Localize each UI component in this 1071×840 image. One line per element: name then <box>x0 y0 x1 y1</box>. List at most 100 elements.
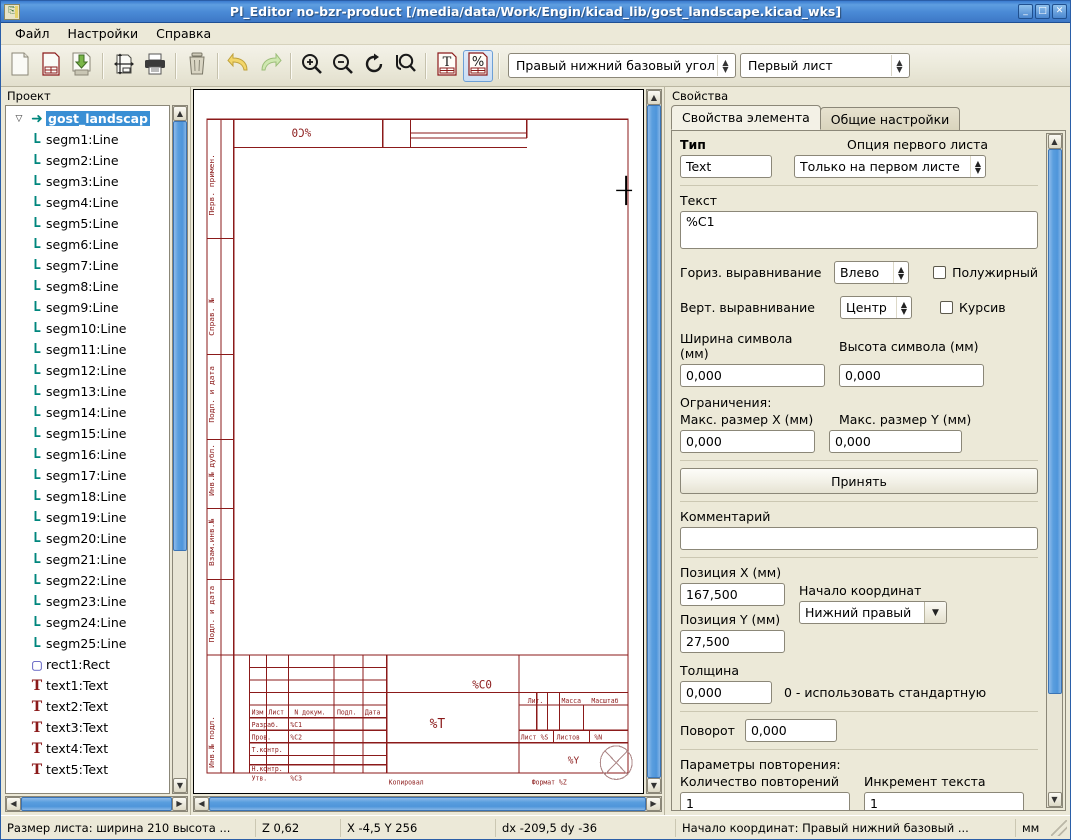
page-layout-canvas[interactable]: %C0 Перв. примен. Справ. № Подп. и дата … <box>193 89 644 794</box>
italic-checkbox[interactable] <box>940 301 953 314</box>
resize-grip-icon[interactable] <box>1051 819 1067 836</box>
properties-scroll-track[interactable] <box>1047 149 1062 792</box>
undo-button[interactable] <box>224 50 254 82</box>
scroll-down-icon[interactable]: ▼ <box>173 778 187 793</box>
first-page-option-combo[interactable]: Только на первом листе ▲ ▼ <box>794 155 986 178</box>
tree-item-segm17[interactable]: Lsegm17:Line <box>6 465 169 486</box>
spin-arrows-icon[interactable]: ▲ ▼ <box>970 156 985 177</box>
new-page-layout-button[interactable] <box>5 50 35 82</box>
tree-item-segm25[interactable]: Lsegm25:Line <box>6 633 169 654</box>
canvas-horizontal-scrollbar[interactable]: ◀ ▶ <box>193 796 662 812</box>
tree-item-text4[interactable]: Ttext4:Text <box>6 738 169 759</box>
tab-element-properties[interactable]: Свойства элемента <box>671 105 821 130</box>
max-y-field[interactable]: 0,000 <box>829 430 962 453</box>
print-button[interactable] <box>140 50 170 82</box>
tree-item-segm18[interactable]: Lsegm18:Line <box>6 486 169 507</box>
tree-item-segm23[interactable]: Lsegm23:Line <box>6 591 169 612</box>
tree-item-segm16[interactable]: Lsegm16:Line <box>6 444 169 465</box>
tree-item-segm11[interactable]: Lsegm11:Line <box>6 339 169 360</box>
tree-item-segm14[interactable]: Lsegm14:Line <box>6 402 169 423</box>
tree-item-segm15[interactable]: Lsegm15:Line <box>6 423 169 444</box>
tab-general-settings[interactable]: Общие настройки <box>819 107 961 130</box>
tree-item-segm7[interactable]: Lsegm7:Line <box>6 255 169 276</box>
comment-field[interactable] <box>680 527 1038 550</box>
hjustify-combo[interactable]: Влево ▲ ▼ <box>833 261 910 284</box>
scroll-left-icon[interactable]: ◀ <box>194 797 209 811</box>
tree-vertical-scrollbar[interactable]: ▲ ▼ <box>172 105 188 794</box>
char-height-field[interactable]: 0,000 <box>839 364 984 387</box>
menu-help[interactable]: Справка <box>148 23 219 44</box>
save-page-layout-button[interactable] <box>67 50 97 82</box>
tree-hscroll-track[interactable] <box>21 797 172 811</box>
page-settings-button[interactable] <box>109 50 139 82</box>
tree-item-text5[interactable]: Ttext5:Text <box>6 759 169 780</box>
tree-item-segm4[interactable]: Lsegm4:Line <box>6 192 169 213</box>
show-placeholders-button[interactable]: % <box>463 49 493 82</box>
scroll-up-icon[interactable]: ▲ <box>1047 134 1062 149</box>
text-field[interactable]: %C1 <box>680 211 1038 249</box>
close-button[interactable]: ✕ <box>1052 4 1067 19</box>
sheet-select-combo[interactable]: Первый лист ▲ ▼ <box>740 53 910 78</box>
origin-corner-combo[interactable]: Правый нижний базовый угол ▲ ▼ <box>508 53 736 78</box>
menu-settings[interactable]: Настройки <box>60 23 147 44</box>
canvas-hscroll-track[interactable] <box>209 797 646 811</box>
minimize-button[interactable]: _ <box>1018 4 1033 19</box>
tree-item-segm24[interactable]: Lsegm24:Line <box>6 612 169 633</box>
tree-item-text2[interactable]: Ttext2:Text <box>6 696 169 717</box>
tree-scroll-thumb[interactable] <box>173 121 187 551</box>
tree-item-segm1[interactable]: Lsegm1:Line <box>6 129 169 150</box>
tree-hscroll-thumb[interactable] <box>21 797 172 811</box>
redo-button[interactable] <box>255 50 285 82</box>
tree-item-segm3[interactable]: Lsegm3:Line <box>6 171 169 192</box>
tree-root-item[interactable]: ▽ ➜ gost_landscap <box>6 108 169 129</box>
max-x-field[interactable]: 0,000 <box>680 430 815 453</box>
scroll-down-icon[interactable]: ▼ <box>1047 792 1062 807</box>
delete-button[interactable] <box>182 50 212 82</box>
tree-item-segm13[interactable]: Lsegm13:Line <box>6 381 169 402</box>
expand-collapse-icon[interactable]: ▽ <box>10 114 28 124</box>
tree-item-rect1[interactable]: ▢ rect1:Rect <box>6 654 169 675</box>
bold-checkbox[interactable] <box>933 266 947 279</box>
tree-item-segm6[interactable]: Lsegm6:Line <box>6 234 169 255</box>
redraw-button[interactable] <box>359 50 389 82</box>
tree-scroll-track[interactable] <box>173 121 187 778</box>
canvas-vscroll-thumb[interactable] <box>647 105 661 778</box>
tree-item-segm5[interactable]: Lsegm5:Line <box>6 213 169 234</box>
pos-x-field[interactable]: 167,500 <box>680 583 785 606</box>
scroll-up-icon[interactable]: ▲ <box>173 106 187 121</box>
tree-item-text1[interactable]: Ttext1:Text <box>6 675 169 696</box>
tree-item-segm20[interactable]: Lsegm20:Line <box>6 528 169 549</box>
chevron-down-icon[interactable]: ▼ <box>924 602 946 623</box>
rotation-field[interactable]: 0,000 <box>744 719 837 742</box>
thickness-field[interactable]: 0,000 <box>680 681 772 704</box>
zoom-out-button[interactable] <box>328 50 358 82</box>
zoom-fit-button[interactable] <box>390 50 420 82</box>
tree-item-segm19[interactable]: Lsegm19:Line <box>6 507 169 528</box>
scroll-left-icon[interactable]: ◀ <box>6 797 21 811</box>
canvas-vscroll-track[interactable] <box>647 105 661 778</box>
tree-item-text3[interactable]: Ttext3:Text <box>6 717 169 738</box>
show-text-button[interactable]: T <box>432 50 462 82</box>
tree-item-segm12[interactable]: Lsegm12:Line <box>6 360 169 381</box>
scroll-right-icon[interactable]: ▶ <box>172 797 187 811</box>
char-width-field[interactable]: 0,000 <box>680 364 825 387</box>
text-increment-field[interactable]: 1 <box>864 792 1024 810</box>
spin-arrows-icon[interactable]: ▲ ▼ <box>896 297 911 318</box>
origin-combo[interactable]: Нижний правый ▼ <box>799 601 947 624</box>
canvas-hscroll-thumb[interactable] <box>209 797 646 811</box>
vjustify-combo[interactable]: Центр ▲ ▼ <box>840 296 912 319</box>
tree-item-segm8[interactable]: Lsegm8:Line <box>6 276 169 297</box>
spin-arrows-icon[interactable]: ▲ ▼ <box>717 55 733 76</box>
tree-item-segm9[interactable]: Lsegm9:Line <box>6 297 169 318</box>
zoom-in-button[interactable] <box>297 50 327 82</box>
apply-button[interactable]: Принять <box>680 468 1038 494</box>
type-field[interactable]: Text <box>680 155 772 178</box>
canvas-vertical-scrollbar[interactable]: ▲ ▼ <box>646 89 662 794</box>
tree-list[interactable]: ▽ ➜ gost_landscap Lsegm1:Line Lsegm2:Line Lse… <box>5 105 170 794</box>
properties-scroll-thumb[interactable] <box>1047 149 1062 694</box>
maximize-button[interactable]: □ <box>1035 4 1050 19</box>
tree-item-segm2[interactable]: Lsegm2:Line <box>6 150 169 171</box>
scroll-down-icon[interactable]: ▼ <box>647 778 661 793</box>
tree-item-segm21[interactable]: Lsegm21:Line <box>6 549 169 570</box>
spin-arrows-icon[interactable]: ▲ ▼ <box>891 55 907 76</box>
